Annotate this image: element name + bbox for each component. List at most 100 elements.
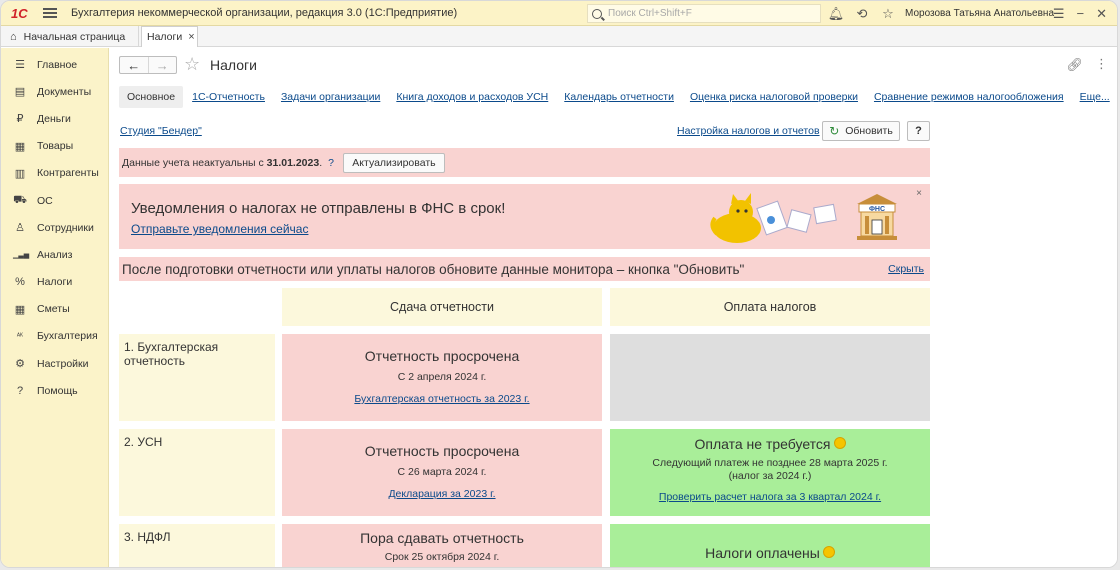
section-tab[interactable]: Основное bbox=[119, 86, 184, 108]
report-status-date: С 26 марта 2024 г. bbox=[397, 466, 487, 478]
sidebar-item[interactable]: ▦ Товары bbox=[1, 133, 108, 160]
payment-status-title-wrap: Налоги оплачены bbox=[610, 545, 930, 561]
sidebar-item[interactable]: ▥ Контрагенты bbox=[1, 160, 108, 187]
report-status-date: С 2 апреля 2024 г. bbox=[397, 371, 487, 383]
refresh-button[interactable]: ↻ Обновить bbox=[822, 121, 900, 141]
favorites-star-icon[interactable]: ☆ bbox=[875, 6, 901, 22]
sidebar-item[interactable]: ? Помощь bbox=[1, 377, 108, 404]
main-content: ← → ☆ Налоги 🔗︎ ⋮ Основное 1С-Отчетность З… bbox=[110, 48, 1117, 567]
report-status-title: Отчетность просрочена bbox=[364, 443, 520, 459]
section-tab[interactable]: Книга доходов и расходов УСН bbox=[396, 91, 548, 103]
accounting-icon: ᴬᴷ bbox=[16, 332, 24, 340]
search-input[interactable] bbox=[608, 8, 808, 19]
sidebar-item-label: Анализ bbox=[37, 248, 73, 261]
tab-home[interactable]: ⌂ Начальная страница bbox=[1, 26, 139, 47]
history-icon[interactable]: ⟲ bbox=[849, 6, 875, 22]
sidebar: ☰ Главное ▤ Документы ₽ Деньги ▦ Товары ▥ Контраг… bbox=[1, 48, 109, 567]
section-tab[interactable]: Сравнение режимов налогообложения bbox=[874, 91, 1064, 103]
notification-banner: Уведомления о налогах не отправлены в ФН… bbox=[119, 184, 930, 249]
help-button[interactable]: ? bbox=[907, 121, 930, 141]
bell-icon[interactable]: 🔔︎ bbox=[823, 6, 849, 22]
notice-title: Уведомления о налогах не отправлены в ФН… bbox=[131, 200, 506, 217]
back-arrow-icon[interactable]: ← bbox=[120, 57, 148, 73]
notice-close-icon[interactable]: × bbox=[916, 188, 922, 199]
sidebar-item[interactable]: ♙ Сотрудники bbox=[1, 214, 108, 241]
sidebar-item[interactable]: ▁▃▅ Анализ bbox=[1, 241, 108, 268]
section-tab[interactable]: Задачи организации bbox=[281, 91, 380, 103]
report-status-cell: Пора сдавать отчетность Срок 25 октября … bbox=[282, 524, 602, 567]
tab-close-icon[interactable]: × bbox=[188, 31, 194, 43]
sidebar-item[interactable]: ᴬᴷ Бухгалтерия bbox=[1, 323, 108, 350]
boxes-icon: ▦ bbox=[14, 140, 26, 153]
sidebar-item[interactable]: ▤ Документы bbox=[1, 78, 108, 105]
sidebar-item[interactable]: ⛟ ОС bbox=[1, 187, 108, 214]
sidebar-item[interactable]: % Налоги bbox=[1, 269, 108, 296]
section-tab[interactable]: Оценка риска налоговой проверки bbox=[690, 91, 858, 103]
smiley-icon bbox=[833, 437, 846, 450]
app-title: Бухгалтерия некоммерческой организации, … bbox=[71, 7, 458, 19]
report-link[interactable]: Декларация за 2023 г. bbox=[388, 488, 495, 500]
report-link[interactable]: Бухгалтерская отчетность за 2023 г. bbox=[354, 393, 529, 405]
payment-status-cell: Налоги оплачены bbox=[610, 524, 930, 567]
more-vertical-icon[interactable]: ⋮ bbox=[1095, 56, 1108, 72]
hint-text: После подготовки отчетности или уплаты н… bbox=[122, 261, 745, 277]
sidebar-item-label: Деньги bbox=[37, 112, 71, 125]
send-notifications-link[interactable]: Отправьте уведомления сейчас bbox=[131, 222, 308, 236]
truck-icon: ⛟ bbox=[13, 193, 27, 206]
search-icon bbox=[592, 8, 602, 19]
sidebar-item[interactable]: ₽ Деньги bbox=[1, 105, 108, 132]
search-box[interactable] bbox=[587, 4, 821, 23]
main-menu-icon[interactable] bbox=[43, 8, 57, 18]
sidebar-item[interactable]: ▦ Сметы bbox=[1, 296, 108, 323]
organization-link[interactable]: Студия "Бендер" bbox=[120, 125, 202, 137]
payment-status-title-wrap: Оплата не требуется bbox=[610, 436, 930, 452]
title-bar: 1С Бухгалтерия некоммерческой организаци… bbox=[1, 1, 1117, 26]
sidebar-item-label: Налоги bbox=[37, 276, 73, 289]
more-tabs-button[interactable]: Еще... bbox=[1080, 91, 1110, 103]
chevron-down-icon[interactable]: ▼ bbox=[1116, 93, 1117, 102]
percent-icon: % bbox=[15, 276, 25, 289]
actualize-button[interactable]: Актуализировать bbox=[342, 152, 445, 173]
app-logo: 1С bbox=[11, 5, 28, 21]
sidebar-item[interactable]: ⚙ Настройки bbox=[1, 350, 108, 377]
ruble-icon: ₽ bbox=[16, 113, 24, 126]
user-name[interactable]: Морозова Татьяна Анатольевна bbox=[905, 8, 1054, 19]
refresh-label: Обновить bbox=[845, 125, 893, 137]
person-icon: ♙ bbox=[15, 222, 25, 235]
building-icon: ▥ bbox=[14, 167, 26, 180]
sidebar-item-label: Документы bbox=[37, 85, 92, 98]
sidebar-item-label: Бухгалтерия bbox=[37, 330, 98, 343]
sidebar-item-label: Товары bbox=[37, 140, 74, 153]
forward-arrow-icon[interactable]: → bbox=[147, 57, 177, 73]
warning-date: 31.01.2023 bbox=[266, 156, 320, 169]
sidebar-item-label: ОС bbox=[37, 194, 53, 207]
hide-hint-link[interactable]: Скрыть bbox=[888, 263, 924, 275]
payment-status-title: Оплата не требуется bbox=[694, 436, 831, 452]
smiley-icon bbox=[822, 546, 835, 559]
section-tab[interactable]: Календарь отчетности bbox=[564, 91, 674, 103]
sidebar-item-label: Настройки bbox=[37, 357, 89, 370]
cat-fns-illustration: ФНС bbox=[710, 193, 897, 243]
payment-next-date: Следующий платеж не позднее 28 марта 202… bbox=[652, 457, 888, 469]
sidebar-item-label: Главное bbox=[37, 58, 78, 71]
data-outdated-warning: Данные учета неактуальны с 31.01.2023. ?… bbox=[119, 148, 930, 177]
sidebar-item-label: Сотрудники bbox=[37, 221, 94, 234]
close-icon[interactable]: ✕ bbox=[1096, 6, 1107, 22]
link-icon[interactable]: 🔗︎ bbox=[1066, 57, 1083, 73]
tab-taxes[interactable]: Налоги × bbox=[141, 26, 198, 47]
minimize-icon[interactable]: − bbox=[1077, 6, 1085, 21]
favorite-star-icon[interactable]: ☆ bbox=[184, 55, 200, 73]
check-tax-link[interactable]: Проверить расчет налога за 3 квартал 202… bbox=[659, 491, 881, 503]
warning-help-link[interactable]: ? bbox=[328, 157, 334, 169]
tax-settings-link[interactable]: Настройка налогов и отчетов bbox=[677, 125, 820, 137]
report-status-title: Пора сдавать отчетность bbox=[360, 530, 524, 546]
sidebar-item-label: Сметы bbox=[37, 303, 70, 316]
report-status-cell: Отчетность просрочена С 2 апреля 2024 г.… bbox=[282, 334, 602, 421]
sidebar-item[interactable]: ☰ Главное bbox=[1, 51, 108, 78]
menu-lines-icon: ☰ bbox=[15, 59, 25, 72]
refresh-hint: После подготовки отчетности или уплаты н… bbox=[119, 257, 930, 281]
row-label: 1. Бухгалтерская отчетность bbox=[119, 334, 275, 421]
nav-buttons: ← → bbox=[119, 56, 177, 74]
section-tab[interactable]: 1С-Отчетность bbox=[192, 91, 265, 103]
settings-menu-icon[interactable]: ☰ bbox=[1053, 6, 1065, 22]
